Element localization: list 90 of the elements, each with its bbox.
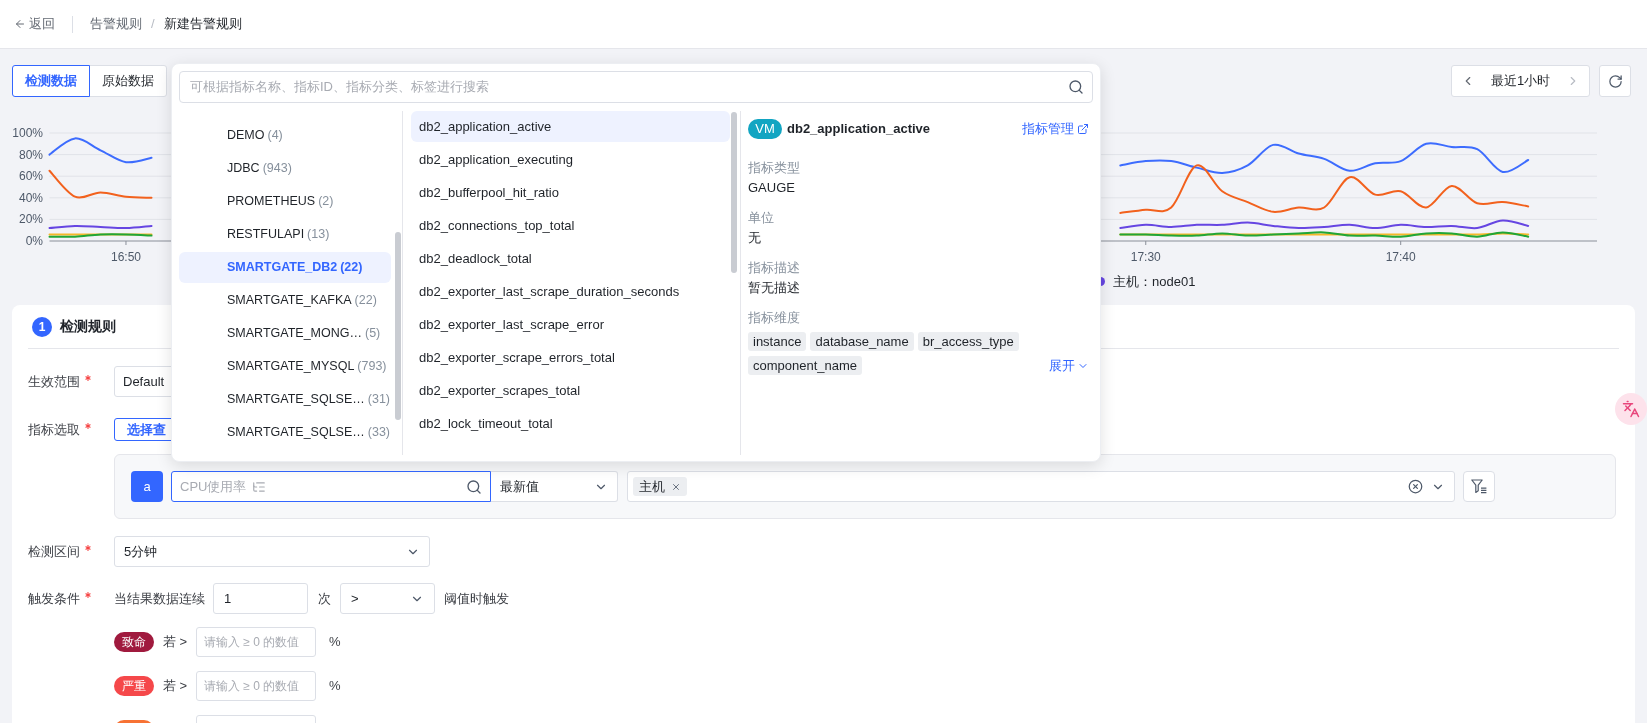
severity-badge: 致命 [114,632,154,652]
trigger-text: 阈值时触发 [444,589,509,608]
category-item[interactable]: SMARTGATE_MYSQL (793) [179,351,391,382]
category-item[interactable]: JDBC (943) [179,153,391,184]
operator-select[interactable]: > [340,583,435,614]
tag-label: 主机 [639,477,665,496]
detail-value: 无 [748,229,761,248]
field-label: 指标选取 [28,420,80,439]
dimension-tag: component_name [748,356,863,376]
metric-title: db2_application_active [787,120,931,139]
count-input[interactable]: 1 [213,583,308,614]
arrow-left-icon [14,18,26,30]
category-item[interactable]: SMARTGATE_SQLSE… (31) [179,384,391,415]
scrollbar-thumb[interactable] [395,232,401,420]
detail-label: 指标维度 [748,309,800,328]
refresh-button[interactable] [1599,65,1631,97]
y-axis-label: 80% [18,147,43,162]
field-label: 检测区间 [28,542,80,561]
dimension-tag: instance [748,332,807,351]
category-item[interactable]: RESTFULAPI (13) [179,219,391,250]
y-axis-label: 0% [25,234,43,248]
field-label: 生效范围 [28,372,80,391]
source-badge: VM [748,119,782,139]
y-axis-label: 100% [12,126,43,140]
metric-item[interactable]: db2_application_executing [411,144,730,175]
view-tab[interactable]: 原始数据 [89,65,167,97]
scrollbar-thumb[interactable] [731,112,737,273]
detail-label: 指标描述 [748,259,800,278]
time-range-label: 最近1小时 [1489,72,1552,91]
group-by-select[interactable]: 主机 [627,471,1455,502]
filter-icon [1471,479,1487,494]
severity-badge: 严重 [114,676,154,696]
threshold-input[interactable]: 请输入 ≥ 0 的数值 [196,671,316,701]
search-icon [466,478,482,495]
metric-item[interactable]: db2_application_active [411,111,730,142]
metric-item[interactable]: db2_bufferpool_hit_ratio [411,177,730,208]
external-link-icon [1077,123,1089,135]
metric-item[interactable]: db2_exporter_last_scrape_error [411,309,730,340]
unit-text: % [329,677,341,696]
clear-icon[interactable] [1408,479,1423,494]
detail-value: 暂无描述 [748,279,800,298]
category-item[interactable]: SMARTGATE_KAFKA (22) [179,285,391,316]
field-label: 触发条件 [28,589,80,608]
metric-item[interactable]: db2_exporter_scrape_errors_total [411,342,730,373]
trigger-text: 当结果数据连续 [114,589,205,608]
remove-icon[interactable] [671,481,681,492]
condition-text: 若 > [163,634,188,650]
search-icon [1068,79,1084,95]
manage-link[interactable]: 指标管理 [1022,119,1089,139]
view-tab[interactable]: 检测数据 [12,65,90,97]
x-axis-label: 17:40 [1385,250,1416,264]
dimension-tag: database_name [810,332,914,351]
breadcrumb-current: 新建告警规则 [163,15,242,34]
detail-label: 指标类型 [748,159,800,178]
category-item[interactable]: DEMO (4) [179,120,391,151]
legend-label[interactable]: 主机：node01 [1113,271,1196,292]
interval-select[interactable]: 5分钟 [114,536,430,567]
back-button[interactable]: 返回 [14,14,55,34]
dimension-tag: br_access_type [917,332,1019,351]
metric-item[interactable]: db2_connections_top_total [411,210,730,241]
section-title: 检测规则 [60,317,116,336]
count-unit: 次 [318,589,331,608]
breadcrumb-separator: / [151,15,155,34]
expand-link[interactable]: 展开 [1049,356,1089,376]
time-range-picker[interactable]: 最近1小时 [1451,65,1590,97]
metric-item[interactable]: db2_deadlock_total [411,243,730,274]
filter-button[interactable] [1463,471,1495,502]
query-alias: a [131,471,163,502]
y-axis-label: 40% [18,190,43,205]
category-item[interactable]: SMARTGATE_MONG… (5) [179,318,391,349]
x-axis-label: 17:30 [1130,250,1161,264]
metric-item[interactable]: db2_exporter_last_scrape_duration_seconds [411,276,730,307]
threshold-input[interactable]: 请输入 ≥ 0 的数值 [196,627,316,657]
y-axis-label: 60% [18,169,43,184]
detail-value: GAUGE [748,179,795,198]
tree-icon [252,479,267,494]
category-item[interactable]: PROMETHEUS (2) [179,186,391,217]
aggregation-select[interactable]: 最新值 [491,471,618,502]
category-item[interactable]: SMARTGATE_DB2 (22) [179,252,391,283]
step-number: 1 [32,316,52,337]
condition-text: 若 > [163,678,188,694]
detail-label: 单位 [748,209,774,228]
x-axis-label: 16:50 [110,250,141,264]
translate-icon[interactable] [1615,393,1647,425]
refresh-icon [1607,73,1623,89]
metric-item[interactable]: db2_exporter_scrapes_total [411,375,730,406]
breadcrumb-link[interactable]: 告警规则 [90,14,142,34]
unit-text: % [329,633,341,652]
y-axis-label: 20% [18,212,43,227]
metric-item[interactable]: db2_lock_timeout_total [411,408,730,439]
